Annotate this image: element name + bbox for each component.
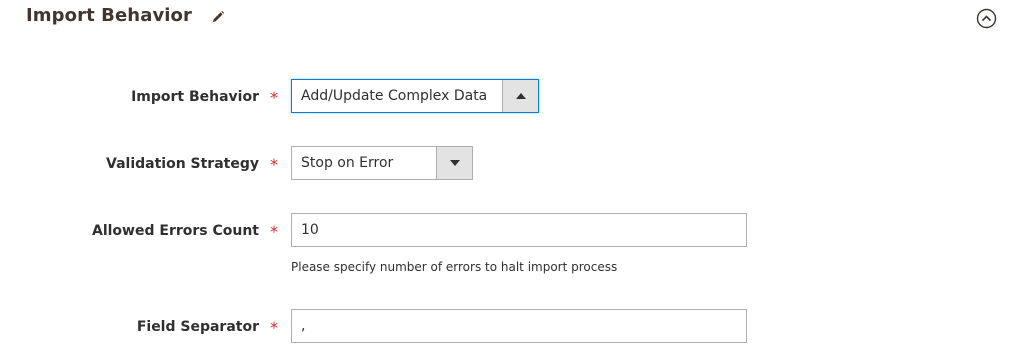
section-header: Import Behavior xyxy=(26,5,226,26)
field-separator-row: Field Separator * , xyxy=(0,309,1024,345)
validation-strategy-label: Validation Strategy xyxy=(106,156,259,172)
required-marker: * xyxy=(270,87,278,107)
section-title: Import Behavior xyxy=(26,5,192,26)
field-separator-label: Field Separator xyxy=(136,319,259,335)
import-behavior-row: Import Behavior * Add/Update Complex Dat… xyxy=(0,79,1024,115)
allowed-errors-count-note: Please specify number of errors to halt … xyxy=(291,260,618,274)
validation-strategy-select[interactable]: Stop on Error xyxy=(291,146,473,180)
validation-strategy-value: Stop on Error xyxy=(301,155,394,171)
import-behavior-select[interactable]: Add/Update Complex Data xyxy=(291,79,539,113)
chevron-up-circle-icon[interactable] xyxy=(976,8,997,29)
field-separator-input[interactable]: , xyxy=(291,309,747,343)
required-marker: * xyxy=(270,154,278,174)
allowed-errors-count-input[interactable]: 10 xyxy=(291,213,747,247)
allowed-errors-count-row: Allowed Errors Count * 10 xyxy=(0,213,1024,249)
import-behavior-value: Add/Update Complex Data xyxy=(301,88,488,104)
caret-down-icon[interactable] xyxy=(436,147,472,179)
pencil-icon[interactable] xyxy=(210,9,226,25)
allowed-errors-count-label: Allowed Errors Count xyxy=(92,223,259,239)
import-behavior-label: Import Behavior xyxy=(131,89,259,105)
required-marker: * xyxy=(270,221,278,241)
caret-up-icon[interactable] xyxy=(502,80,538,112)
validation-strategy-row: Validation Strategy * Stop on Error xyxy=(0,146,1024,182)
required-marker: * xyxy=(270,317,278,337)
